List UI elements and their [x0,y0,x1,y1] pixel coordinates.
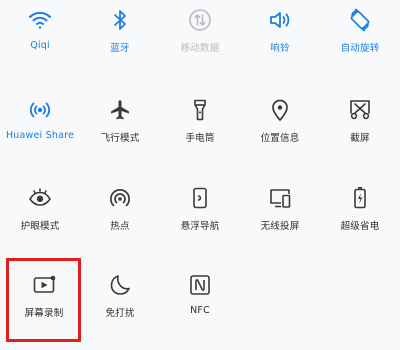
hotspot-icon [80,178,160,218]
moon-icon [80,265,160,305]
screen-record-icon [4,265,84,305]
tile-screenshot[interactable]: 截屏 [320,90,400,170]
tile-hotspot[interactable]: 热点 [80,178,160,258]
tile-airplane-mode[interactable]: 飞行模式 [80,90,160,170]
tile-label: 无线投屏 [260,221,300,232]
tile-label: 悬浮导航 [180,221,220,232]
tile-label: 自动旋转 [340,43,380,54]
wifi-icon [0,0,80,40]
tile-wifi[interactable]: Qiqi [0,0,80,80]
auto-rotate-icon [320,0,400,40]
tile-bluetooth[interactable]: 蓝牙 [80,0,160,80]
floating-nav-icon [160,178,240,218]
tile-label: 手电筒 [185,133,215,144]
tile-mobile-data[interactable]: 移动数据 [160,0,240,80]
tile-label: 蓝牙 [110,43,130,54]
tile-label: 护眼模式 [20,221,60,232]
tile-label: 响铃 [270,43,290,54]
nfc-icon [160,265,240,305]
eye-icon [0,178,80,218]
tile-ring[interactable]: 响铃 [240,0,320,80]
tile-floating-nav[interactable]: 悬浮导航 [160,178,240,258]
location-pin-icon [240,90,320,130]
tile-screen-record[interactable]: 屏幕录制 [4,265,84,345]
tile-nfc[interactable]: NFC [160,265,240,345]
tile-eye-comfort[interactable]: 护眼模式 [0,178,80,258]
tile-wireless-projection[interactable]: 无线投屏 [240,178,320,258]
screenshot-scissors-icon [320,90,400,130]
tile-do-not-disturb[interactable]: 免打扰 [80,265,160,345]
tile-battery-saver[interactable]: 超级省电 [320,178,400,258]
airplane-icon [80,90,160,130]
quick-settings-panel: Qiqi 蓝牙 移动数据 响铃 自动旋转 Huawei Share 飞行模式 手… [0,0,400,350]
tile-huawei-share[interactable]: Huawei Share [0,90,80,170]
wireless-projection-icon [240,178,320,218]
speaker-icon [240,0,320,40]
huawei-share-icon [0,90,80,130]
tile-label: 屏幕录制 [24,308,64,319]
tile-auto-rotate[interactable]: 自动旋转 [320,0,400,80]
tile-label: 移动数据 [180,43,220,54]
tile-label: 免打扰 [105,308,135,319]
tile-label: 飞行模式 [100,133,140,144]
tile-label: Qiqi [30,40,50,51]
tile-label: 超级省电 [340,221,380,232]
battery-saver-icon [320,178,400,218]
mobile-data-icon [160,0,240,40]
tile-label: 热点 [110,221,130,232]
tile-label: 截屏 [350,133,370,144]
tile-flashlight[interactable]: 手电筒 [160,90,240,170]
tile-label: Huawei Share [5,130,75,141]
tile-location[interactable]: 位置信息 [240,90,320,170]
tile-label: 位置信息 [260,133,300,144]
flashlight-icon [160,90,240,130]
tile-label: NFC [190,305,210,316]
bluetooth-icon [80,0,160,40]
